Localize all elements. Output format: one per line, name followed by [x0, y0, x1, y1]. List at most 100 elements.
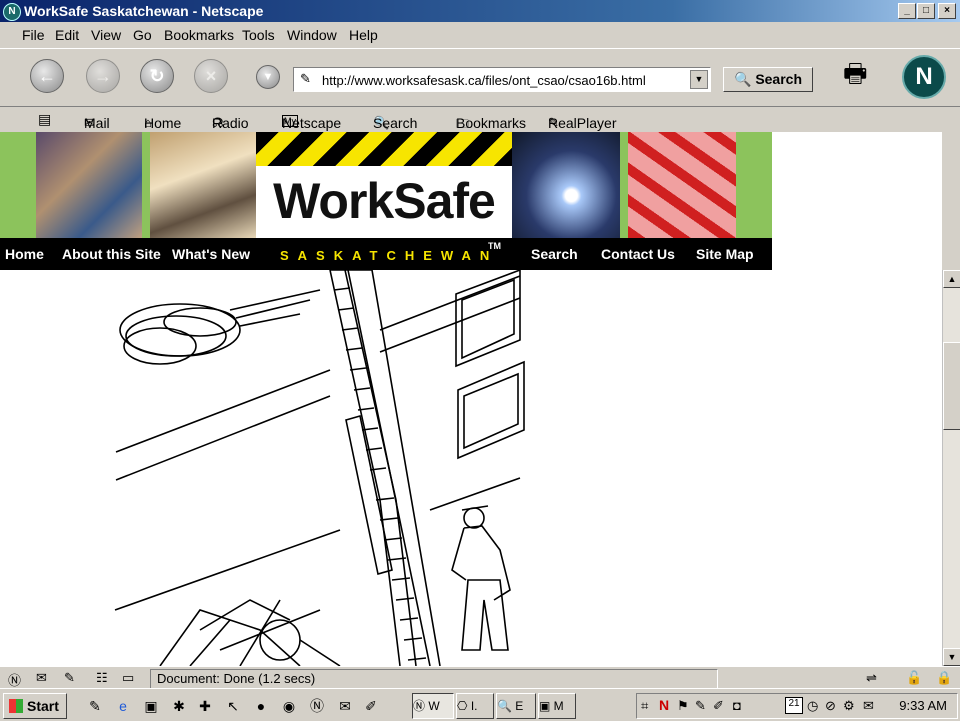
scroll-thumb[interactable]: [943, 342, 960, 430]
menu-help[interactable]: Help: [349, 27, 378, 43]
page-icon: ✎: [300, 71, 311, 86]
menu-file[interactable]: File: [22, 27, 45, 43]
realplayer-label: RealPlayer: [548, 115, 617, 131]
quicklaunch-mail-icon[interactable]: ✉: [336, 697, 354, 715]
status-bar: Ⓝ ✉ ✎ ☷ ▭ Document: Done (1.2 secs) ⇌ 🔓 …: [0, 666, 960, 689]
quicklaunch-cd-icon[interactable]: ◉: [280, 697, 298, 715]
tray-flag-icon[interactable]: ⚑: [677, 698, 689, 714]
menu-edit[interactable]: Edit: [55, 27, 79, 43]
composer-icon[interactable]: ✎: [64, 670, 75, 686]
task-netscape-label: W: [428, 699, 440, 713]
stop-button[interactable]: ×: [194, 59, 228, 93]
task-second[interactable]: ⎔ I.: [456, 693, 494, 719]
search-button[interactable]: 🔍 Search: [723, 67, 813, 92]
magnifier-icon: 🔍: [733, 71, 752, 87]
url-dropdown-icon[interactable]: ▼: [690, 70, 708, 89]
start-label: Start: [27, 698, 59, 714]
tray-tool-icon[interactable]: ✎: [695, 698, 706, 714]
title-bar: N WorkSafe Saskatchewan - Netscape _ □ ×: [0, 0, 960, 22]
tray-n-icon[interactable]: N: [659, 697, 669, 713]
site-banner: WorkSafe: [0, 132, 772, 238]
banner-photo-welder: [512, 132, 620, 238]
home-label: Home: [144, 115, 182, 131]
hazard-stripes: [256, 132, 512, 166]
menu-go[interactable]: Go: [133, 27, 152, 43]
status-text: Document: Done (1.2 secs): [150, 669, 718, 689]
url-input[interactable]: [320, 70, 684, 90]
menu-view[interactable]: View: [91, 27, 121, 43]
tray-calendar-icon[interactable]: 21: [785, 697, 803, 714]
quicklaunch-tool-icon[interactable]: ✚: [196, 697, 214, 715]
nav-home[interactable]: Home: [5, 246, 44, 262]
clock[interactable]: 9:33 AM: [899, 698, 947, 713]
minimize-button[interactable]: _: [898, 3, 916, 19]
back-button[interactable]: ←: [30, 59, 64, 93]
site-navigation: Home About this Site What's New SASKATCH…: [0, 238, 772, 270]
vertical-scrollbar[interactable]: ▲ ▼: [942, 270, 960, 666]
reload-button[interactable]: ↻: [140, 59, 174, 93]
url-bar[interactable]: ✎ ▼: [293, 67, 711, 92]
scroll-down-arrow-icon[interactable]: ▼: [943, 648, 960, 666]
nav-search[interactable]: Search: [531, 246, 578, 262]
quicklaunch-netscape-icon[interactable]: Ⓝ: [308, 697, 326, 715]
quicklaunch-explorer-icon[interactable]: ▣: [142, 697, 160, 715]
connection-icon: ⇌: [866, 670, 877, 685]
nav-sitemap[interactable]: Site Map: [696, 246, 754, 262]
netscape-label: Netscape: [282, 115, 342, 131]
task-netscape[interactable]: Ⓝ W: [412, 693, 454, 719]
window-title: WorkSafe Saskatchewan - Netscape: [24, 3, 264, 19]
nav-whats-new[interactable]: What's New: [172, 246, 250, 262]
logo-text: WorkSafe: [273, 173, 496, 229]
netscape-logo-icon[interactable]: N: [902, 55, 946, 99]
menu-window[interactable]: Window: [287, 27, 337, 43]
menu-tools[interactable]: Tools: [242, 27, 275, 43]
search-label: Search: [373, 115, 418, 131]
quicklaunch-app-icon[interactable]: ✱: [170, 697, 188, 715]
tray-monitor-icon[interactable]: ⌗: [641, 698, 648, 714]
navigator-icon[interactable]: Ⓝ: [8, 670, 21, 689]
print-icon[interactable]: 🖶: [843, 55, 868, 99]
tray-clock-icon[interactable]: ◷: [807, 698, 818, 714]
quicklaunch-notepad-icon[interactable]: ✎: [86, 697, 104, 715]
ladder-safety-illustration: [114, 270, 525, 666]
page-content: WorkSafe Home About this Site What's New…: [0, 132, 942, 666]
banner-photo-meeting: [36, 132, 142, 238]
nav-about[interactable]: About this Site: [62, 246, 161, 262]
close-button[interactable]: ×: [938, 3, 956, 19]
menu-bookmarks[interactable]: Bookmarks: [164, 27, 234, 43]
menu-bar: File Edit View Go Bookmarks Tools Window…: [0, 24, 960, 46]
edit-icon[interactable]: ▭: [122, 670, 134, 686]
task-second-label: I.: [470, 699, 478, 713]
forward-button[interactable]: →: [86, 59, 120, 93]
banner-photo-staff: [150, 132, 256, 238]
windows-logo-icon: [9, 699, 23, 713]
task-explorer[interactable]: 🔍 E: [496, 693, 536, 719]
worksafe-logo[interactable]: WorkSafe: [256, 132, 512, 238]
banner-photo-steelwork: [628, 132, 736, 238]
lock-icon[interactable]: 🔒: [936, 670, 952, 686]
tray-camera-icon[interactable]: ◘: [733, 698, 741, 713]
personal-toolbar: ▤ ✉ Mail ⌂ Home ☊ Radio My Netscape 🔍 Se…: [0, 106, 960, 131]
task-powerpoint[interactable]: ▣ M: [538, 693, 576, 719]
scroll-up-arrow-icon[interactable]: ▲: [943, 270, 960, 288]
quicklaunch-pencil-icon[interactable]: ✐: [362, 697, 380, 715]
toolbar-grip-icon[interactable]: ▤: [38, 111, 51, 128]
quicklaunch-messenger-icon[interactable]: ●: [252, 697, 270, 715]
search-button-label: Search: [755, 71, 803, 87]
tray-pencil-icon[interactable]: ✐: [713, 698, 724, 714]
maximize-button[interactable]: □: [917, 3, 935, 19]
tray-block-icon[interactable]: ⊘: [825, 698, 836, 714]
address-book-icon[interactable]: ☷: [96, 670, 108, 686]
nav-contact[interactable]: Contact Us: [601, 246, 675, 262]
start-button[interactable]: Start: [3, 693, 67, 719]
tray-gear-icon[interactable]: ⚙: [843, 698, 855, 714]
trademark-mark: TM: [488, 241, 501, 251]
tray-mail-icon[interactable]: ✉: [863, 698, 874, 714]
radio-label: Radio: [212, 115, 249, 131]
security-icon[interactable]: 🔓: [906, 670, 922, 686]
quicklaunch-ie-icon[interactable]: e: [114, 697, 132, 715]
mail-status-icon[interactable]: ✉: [36, 670, 47, 686]
netscape-icon[interactable]: N: [3, 3, 21, 21]
go-dropdown-icon[interactable]: ▼: [256, 65, 280, 89]
quicklaunch-cursor-icon[interactable]: ↖: [224, 697, 242, 715]
